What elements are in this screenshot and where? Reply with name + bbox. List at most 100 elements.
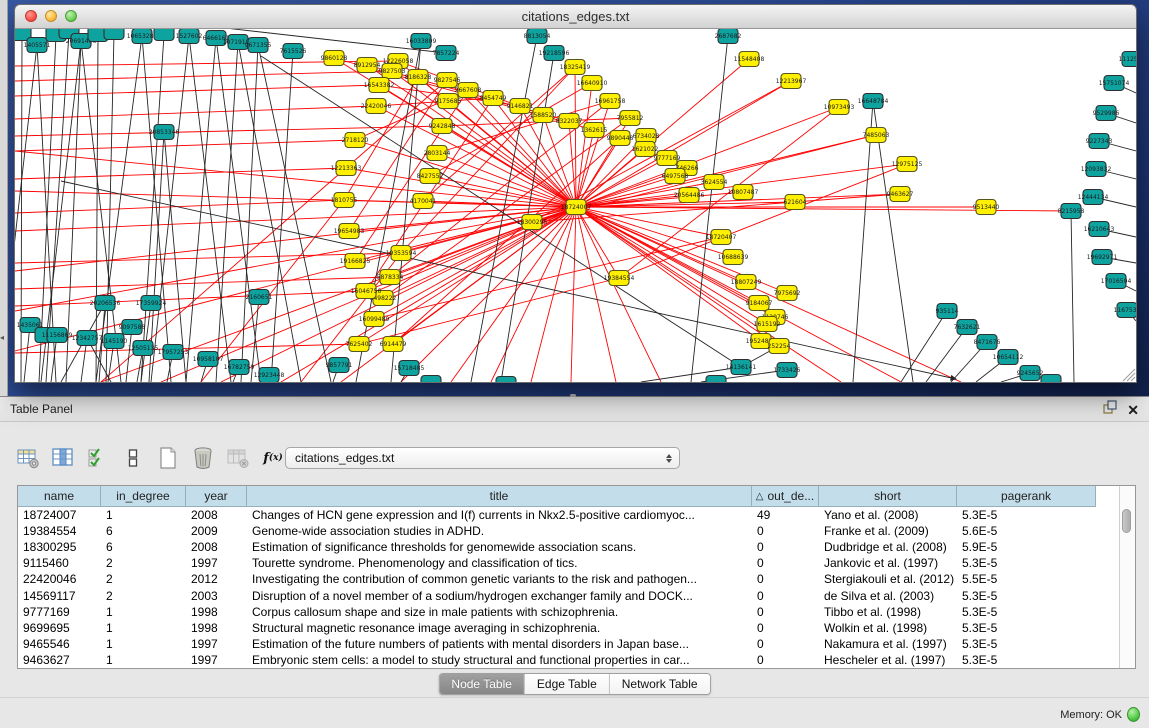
create-column-icon[interactable] (156, 446, 180, 470)
graph-node[interactable]: 7625402 (346, 337, 373, 352)
cell-short[interactable]: Yano et al. (2008) (819, 508, 957, 522)
cell-out-de-[interactable]: 0 (752, 572, 819, 586)
column-header-short[interactable]: short (819, 486, 957, 507)
graph-node[interactable]: 935114 (936, 304, 959, 319)
citation-edge-black[interactable] (126, 327, 132, 382)
citation-edge-black[interactable] (15, 45, 37, 361)
graph-node[interactable]: 16210643 (1084, 222, 1115, 237)
graph-node[interactable]: 1167534 (1114, 303, 1136, 318)
cell-year[interactable]: 2009 (186, 524, 247, 538)
citation-edge-black[interactable] (1071, 211, 1074, 382)
cell-out-de-[interactable]: 0 (752, 589, 819, 603)
graph-node[interactable]: 12444134 (1078, 190, 1109, 205)
citation-edge-red[interactable] (576, 207, 616, 382)
graph-node[interactable]: 7975692 (774, 286, 801, 301)
table-row[interactable]: 1830029562008Estimation of significance … (18, 539, 1119, 555)
citation-edge-red[interactable] (576, 207, 619, 278)
table-row[interactable]: 969969511998Structural magnetic resonanc… (18, 620, 1119, 636)
citation-edge-black[interactable] (24, 325, 30, 382)
cell-name[interactable]: 14569117 (18, 589, 101, 603)
citation-edge-red[interactable] (355, 140, 576, 207)
graph-node[interactable]: 10973493 (824, 100, 855, 115)
citation-edge-red[interactable] (576, 207, 961, 382)
cell-pagerank[interactable]: 5.3E-5 (957, 556, 1096, 570)
table-row[interactable]: 1938455462009Genome-wide association stu… (18, 523, 1119, 539)
graph-node[interactable]: 1112543 (1119, 52, 1136, 67)
cell-year[interactable]: 2003 (186, 589, 247, 603)
graph-node[interactable]: 1145190 (101, 334, 128, 349)
column-header-title[interactable]: title (247, 486, 752, 507)
cell-pagerank[interactable]: 5.5E-5 (957, 572, 1096, 586)
cell-title[interactable]: Tourette syndrome. Phenomenology and cla… (247, 556, 752, 570)
citation-edge-red[interactable] (576, 107, 839, 207)
cell-name[interactable]: 9463627 (18, 653, 101, 667)
graph-node[interactable]: 16543382 (364, 78, 395, 93)
scrollbar-thumb[interactable] (1122, 509, 1131, 533)
graph-node[interactable]: 10654112 (993, 350, 1024, 365)
graph-node[interactable]: 5878334 (377, 270, 404, 285)
graph-node[interactable]: 20853346 (149, 125, 180, 140)
cell-title[interactable]: Embryonic stem cells: a model to study s… (247, 653, 752, 667)
cell-title[interactable]: Disruption of a novel member of a sodium… (247, 589, 752, 603)
citation-edge-black[interactable] (873, 101, 913, 382)
column-visibility-icon[interactable] (51, 446, 75, 470)
cell-name[interactable]: 9115460 (18, 556, 101, 570)
graph-node[interactable]: 14136141 (726, 360, 757, 375)
table-row[interactable]: 1872400712008Changes of HCN gene express… (18, 507, 1119, 523)
graph-node[interactable]: 9529986 (1093, 106, 1120, 121)
network-table-select[interactable]: citations_edges.txt (285, 447, 680, 469)
table-row[interactable]: 977716911998Corpus callosum shape and si… (18, 604, 1119, 620)
cell-name[interactable]: 19384554 (18, 524, 101, 538)
graph-node[interactable]: 1810755 (331, 193, 358, 208)
table-scrollbar[interactable] (1119, 486, 1135, 668)
graph-node[interactable]: 8912954 (354, 58, 381, 73)
citation-edge-red[interactable] (15, 277, 390, 289)
graph-node[interactable]: 6497568 (662, 169, 689, 184)
graph-node[interactable] (421, 376, 441, 383)
graph-node[interactable]: 12975125 (892, 157, 923, 172)
cell-short[interactable]: Nakamura et al. (1997) (819, 637, 957, 651)
graph-node[interactable]: 10958107 (193, 352, 224, 367)
cell-pagerank[interactable]: 5.9E-5 (957, 540, 1096, 554)
graph-node[interactable]: 20564486 (674, 188, 705, 203)
cell-in-degree[interactable]: 6 (101, 540, 186, 554)
graph-node[interactable]: 7632621 (954, 320, 981, 335)
graph-node[interactable]: 252254 (768, 339, 791, 354)
graph-node[interactable]: 1733426 (774, 363, 801, 378)
cell-title[interactable]: Corpus callosum shape and size in male p… (247, 605, 752, 619)
graph-node[interactable]: 2667608 (455, 83, 482, 98)
select-columns-icon[interactable] (86, 446, 110, 470)
citation-edge-red[interactable] (401, 207, 576, 382)
cell-name[interactable]: 18724007 (18, 508, 101, 522)
graph-node[interactable]: 7955812 (617, 111, 644, 126)
graph-node[interactable]: 2718120 (342, 133, 369, 148)
graph-node[interactable]: 9245652 (1017, 366, 1044, 381)
citation-edge-black[interactable] (238, 42, 301, 382)
cell-in-degree[interactable]: 1 (101, 508, 186, 522)
cell-short[interactable]: Franke et al. (2009) (819, 524, 957, 538)
graph-node[interactable]: 9890448 (607, 131, 634, 146)
table-row[interactable]: 946554611997Estimation of the future num… (18, 636, 1119, 652)
graph-node[interactable]: 9184067 (746, 296, 773, 311)
table-row[interactable]: 1456911722003Disruption of a novel membe… (18, 587, 1119, 603)
citation-edge-red[interactable] (15, 106, 376, 119)
graph-node[interactable]: 16033809 (406, 34, 437, 49)
graph-node[interactable]: 8454749 (480, 91, 507, 106)
cell-out-de-[interactable]: 0 (752, 556, 819, 570)
graph-node[interactable]: 1362615 (581, 123, 608, 138)
graph-node[interactable]: 1588520 (530, 108, 557, 123)
cell-title[interactable]: Estimation of significance thresholds fo… (247, 540, 752, 554)
graph-node[interactable]: 7485063 (863, 128, 890, 143)
splitter-handle[interactable] (570, 394, 576, 397)
cell-year[interactable]: 1997 (186, 556, 247, 570)
close-icon[interactable]: ✕ (1127, 403, 1139, 417)
cell-year[interactable]: 2012 (186, 572, 247, 586)
graph-node[interactable]: 9671355 (245, 38, 272, 53)
cell-title[interactable]: Genome-wide association studies in ADHD. (247, 524, 752, 538)
cell-year[interactable]: 1998 (186, 621, 247, 635)
column-header-in-degree[interactable]: in_degree (101, 486, 186, 507)
cell-out-de-[interactable]: 49 (752, 508, 819, 522)
table-panel-header[interactable]: Table Panel ✕ (0, 396, 1149, 422)
citation-edge-red[interactable] (576, 130, 594, 207)
cell-short[interactable]: Tibbo et al. (1998) (819, 605, 957, 619)
